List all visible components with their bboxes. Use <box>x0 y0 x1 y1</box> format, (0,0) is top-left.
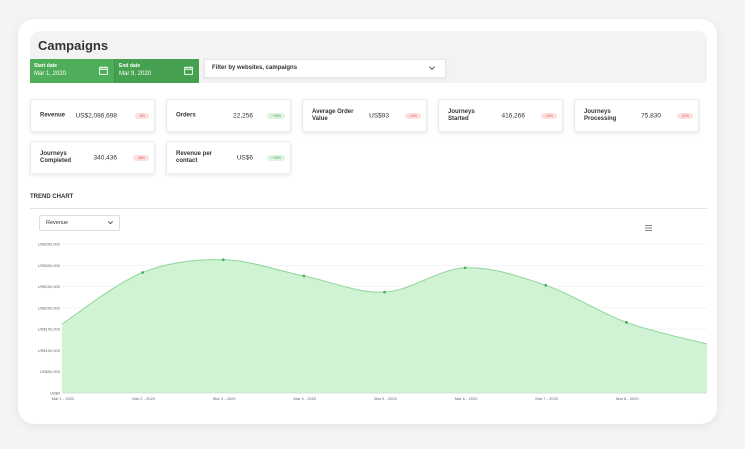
y-tick-label: US$200,000 <box>38 305 61 310</box>
trend-chart-title: TREND CHART <box>30 194 74 200</box>
kpi-change-badge: -38% <box>132 154 149 161</box>
y-tick-label: US$0 <box>50 391 61 396</box>
y-tick-label: US$300,000 <box>38 263 61 268</box>
kpi-journeys-completed: Journeys Completed 340,436 -38% <box>30 141 155 174</box>
kpi-change-badge: -22% <box>676 112 693 119</box>
metric-select[interactable]: Revenue <box>39 215 120 231</box>
y-tick-label: US$50,000 <box>40 369 61 374</box>
kpi-revenue: Revenue US$2,086,698 -6% <box>30 99 155 132</box>
data-point <box>383 290 386 294</box>
start-date-label: Start date <box>34 63 58 69</box>
data-point <box>302 274 306 278</box>
filter-dropdown[interactable]: Filter by websites, campaigns <box>204 59 446 78</box>
kpi-value: 75,830 <box>641 112 661 119</box>
kpi-label: Journeys Processing <box>584 108 617 122</box>
x-tick-label: Mar 1 - 2020 <box>52 396 75 401</box>
area-fill <box>62 259 707 393</box>
x-tick-label: Mar 4 - 2020 <box>294 396 317 401</box>
end-date-picker[interactable]: End date Mar 9, 2020 <box>114 59 199 83</box>
x-tick-label: Mar 5 - 2020 <box>374 396 397 401</box>
end-date-value: Mar 9, 2020 <box>119 71 152 77</box>
kpi-change-badge: -24% <box>540 112 557 119</box>
data-point <box>624 320 628 324</box>
kpi-revenue-per-contact: Revenue per contact US$6 + 50% <box>166 141 291 174</box>
kpi-change-badge: + 50% <box>266 154 285 161</box>
kpi-change-badge: -6% <box>134 112 149 119</box>
kpi-journeys-started: Journeys Started 416,266 -24% <box>438 99 563 132</box>
data-point <box>544 283 548 287</box>
data-point <box>463 266 467 270</box>
x-tick-label: Mar 2 - 2020 <box>132 396 155 401</box>
kpi-value: 340,436 <box>93 154 118 161</box>
start-date-value: Mar 1, 2020 <box>34 71 67 77</box>
end-date-label: End date <box>119 63 141 69</box>
y-tick-label: US$150,000 <box>38 327 61 332</box>
divider <box>30 208 707 209</box>
campaigns-card: Campaigns Start date Mar 1, 2020 End dat… <box>18 19 717 424</box>
start-date-picker[interactable]: Start date Mar 1, 2020 <box>30 59 114 83</box>
kpi-value: US$93 <box>369 112 389 119</box>
calendar-icon[interactable] <box>99 66 108 75</box>
calendar-icon[interactable] <box>184 66 193 75</box>
kpi-orders: Orders 22,256 + 50% <box>166 99 291 132</box>
menu-icon[interactable] <box>645 225 652 231</box>
kpi-average-order-value: Average Order Value US$93 -13% <box>302 99 427 132</box>
x-tick-label: Mar 7 - 2020 <box>535 396 558 401</box>
data-point <box>141 271 145 274</box>
x-tick-label: Mar 3 - 2020 <box>213 396 236 401</box>
page-title: Campaigns <box>38 38 109 53</box>
data-point <box>221 258 225 262</box>
x-tick-label: Mar 6 - 2020 <box>455 396 478 401</box>
kpi-journeys-processing: Journeys Processing 75,830 -22% <box>574 99 699 132</box>
kpi-value: 416,266 <box>501 112 526 119</box>
chevron-down-icon <box>429 66 435 71</box>
chevron-down-icon <box>108 221 113 225</box>
y-tick-label: US$100,000 <box>38 348 61 353</box>
kpi-label: Journeys Started <box>448 108 475 122</box>
trend-chart: US$0 US$50,000 US$100,000 US$150,000 US$200,… <box>38 242 708 401</box>
y-tick-label: US$250,000 <box>38 284 61 289</box>
kpi-change-badge: + 50% <box>266 112 285 119</box>
kpi-label: Orders <box>176 112 196 118</box>
x-tick-label: Mar 8 - 2020 <box>616 396 639 401</box>
kpi-label: Revenue per contact <box>176 150 213 164</box>
kpi-value: US$6 <box>236 154 253 161</box>
kpi-value: 22,256 <box>233 112 253 119</box>
metric-select-value: Revenue <box>46 220 69 226</box>
kpi-value: US$2,086,698 <box>75 112 117 119</box>
filter-placeholder: Filter by websites, campaigns <box>212 65 298 71</box>
y-tick-label: US$350,000 <box>38 242 61 247</box>
kpi-label: Average Order Value <box>312 108 354 122</box>
kpi-label: Journeys Completed <box>40 150 72 164</box>
kpi-change-badge: -13% <box>404 112 421 119</box>
